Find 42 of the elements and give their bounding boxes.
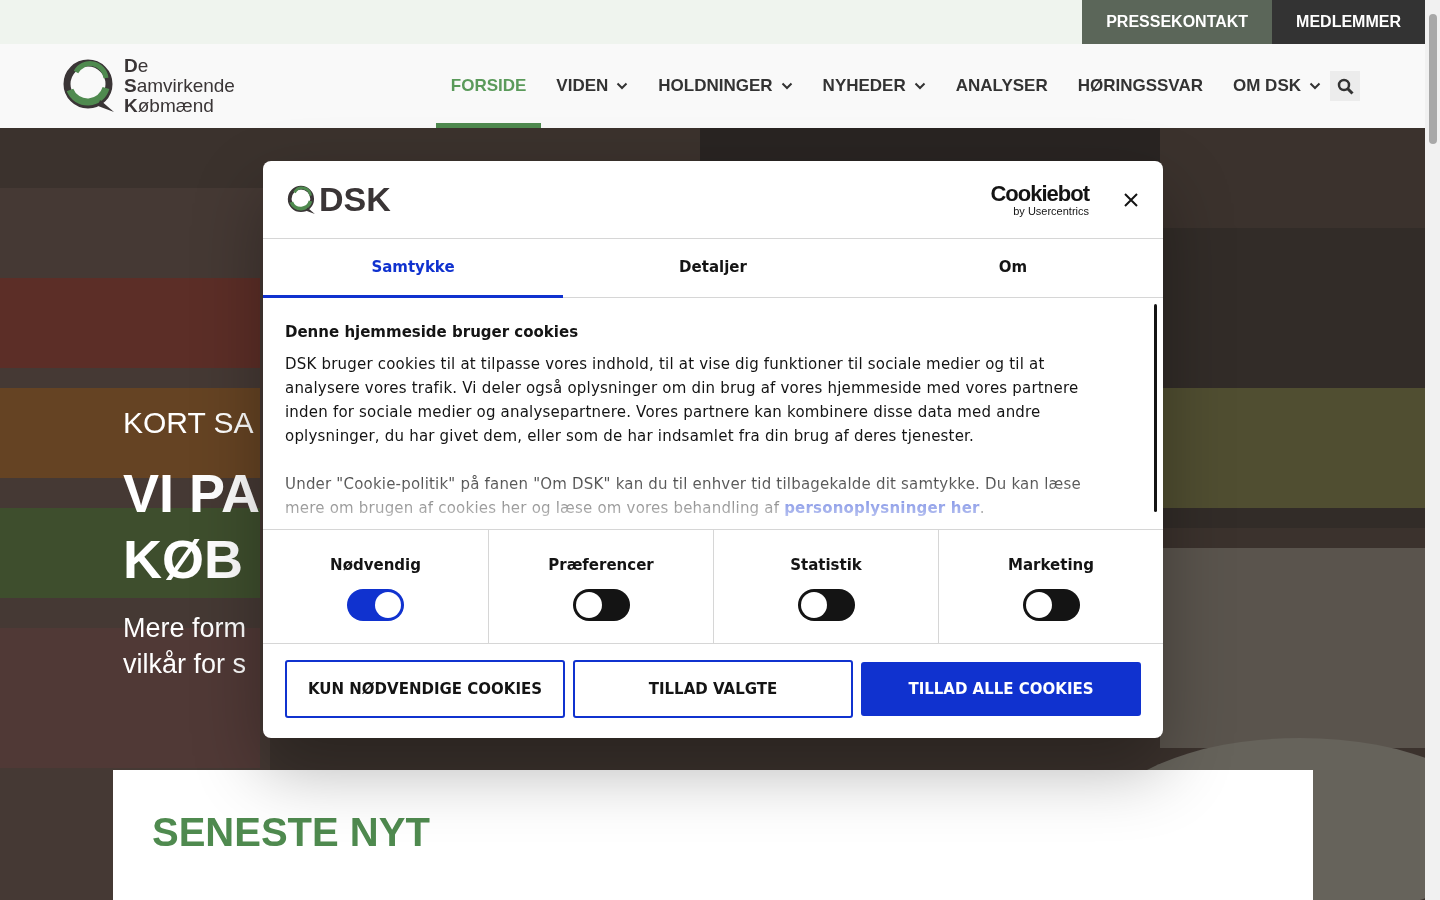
category-toggle[interactable] <box>572 589 630 621</box>
dialog-heading: Denne hjemmeside bruger cookies <box>285 322 580 343</box>
hero-subtitle: vilkår for s <box>123 648 248 681</box>
logo-text: Købmænd <box>124 96 215 116</box>
search-button[interactable] <box>1330 71 1360 101</box>
nav-item[interactable]: VIDEN <box>541 44 644 128</box>
provider-logo-text: Cookiebot <box>990 182 1089 205</box>
provider-subtitle: by Usercentrics <box>1013 204 1089 217</box>
consent-button[interactable]: KUN NØDVENDIGE COOKIES <box>285 660 565 718</box>
hero-headline: KØB <box>123 528 244 591</box>
nav-item[interactable]: HØRINGSSVAR <box>1062 44 1218 128</box>
brand-logo-text: DSK <box>319 180 391 219</box>
category-label: Marketing <box>1008 556 1094 574</box>
top-bar-button[interactable]: PRESSEKONTAKT <box>1082 0 1273 44</box>
category-label: Nødvendig <box>330 556 421 574</box>
dialog-tab[interactable]: Om <box>863 239 1163 298</box>
category-toggle[interactable] <box>347 589 404 621</box>
category-toggle[interactable] <box>1022 589 1080 621</box>
hero-subtitle: Mere form <box>123 612 248 645</box>
logo-text: Samvirkende <box>124 76 235 96</box>
category-toggle[interactable] <box>797 589 855 621</box>
consent-button[interactable]: TILLAD VALGTE <box>573 660 853 718</box>
dialog-tab[interactable]: Samtykke <box>263 239 563 298</box>
section-title: SENESTE NYT <box>152 810 431 855</box>
dialog-tab[interactable]: Detaljer <box>563 239 863 298</box>
hero-kicker: KORT SA <box>123 406 255 440</box>
close-icon <box>1123 191 1139 208</box>
category-label: Statistik <box>790 556 862 574</box>
nav-item[interactable]: ANALYSER <box>940 44 1063 128</box>
scrollbar[interactable] <box>1425 0 1440 900</box>
nav-item[interactable]: NYHEDER <box>807 44 941 128</box>
nav-item[interactable]: HOLDNINGER <box>643 44 808 128</box>
category-label: Præferencer <box>548 556 654 574</box>
logo-text: De <box>124 56 150 76</box>
nav-item[interactable]: OM DSK <box>1218 44 1336 128</box>
top-bar-button[interactable]: MEDLEMMER <box>1272 0 1425 44</box>
consent-button[interactable]: TILLAD ALLE COOKIES <box>861 662 1141 716</box>
consent-paragraph: DSK bruger cookies til at tilpasse vores indhold, til at vise dig funktioner til sociale medier og til at analysere vores trafik. Vi deler også oplysninger om din brug af vores hjemmeside med vores partnere inden for sociale medier og analysepartnere. Vores partnere kan kombinere disse data med andre oplysninger, du har givet dem, eller som de har indsamlet fra din brug af deres tjenester. <box>285 354 1080 447</box>
search-icon <box>1336 77 1354 95</box>
hero-headline: VI PA <box>123 462 261 525</box>
logo-icon <box>287 184 317 215</box>
dialog-scrollbar[interactable] <box>1154 304 1157 512</box>
